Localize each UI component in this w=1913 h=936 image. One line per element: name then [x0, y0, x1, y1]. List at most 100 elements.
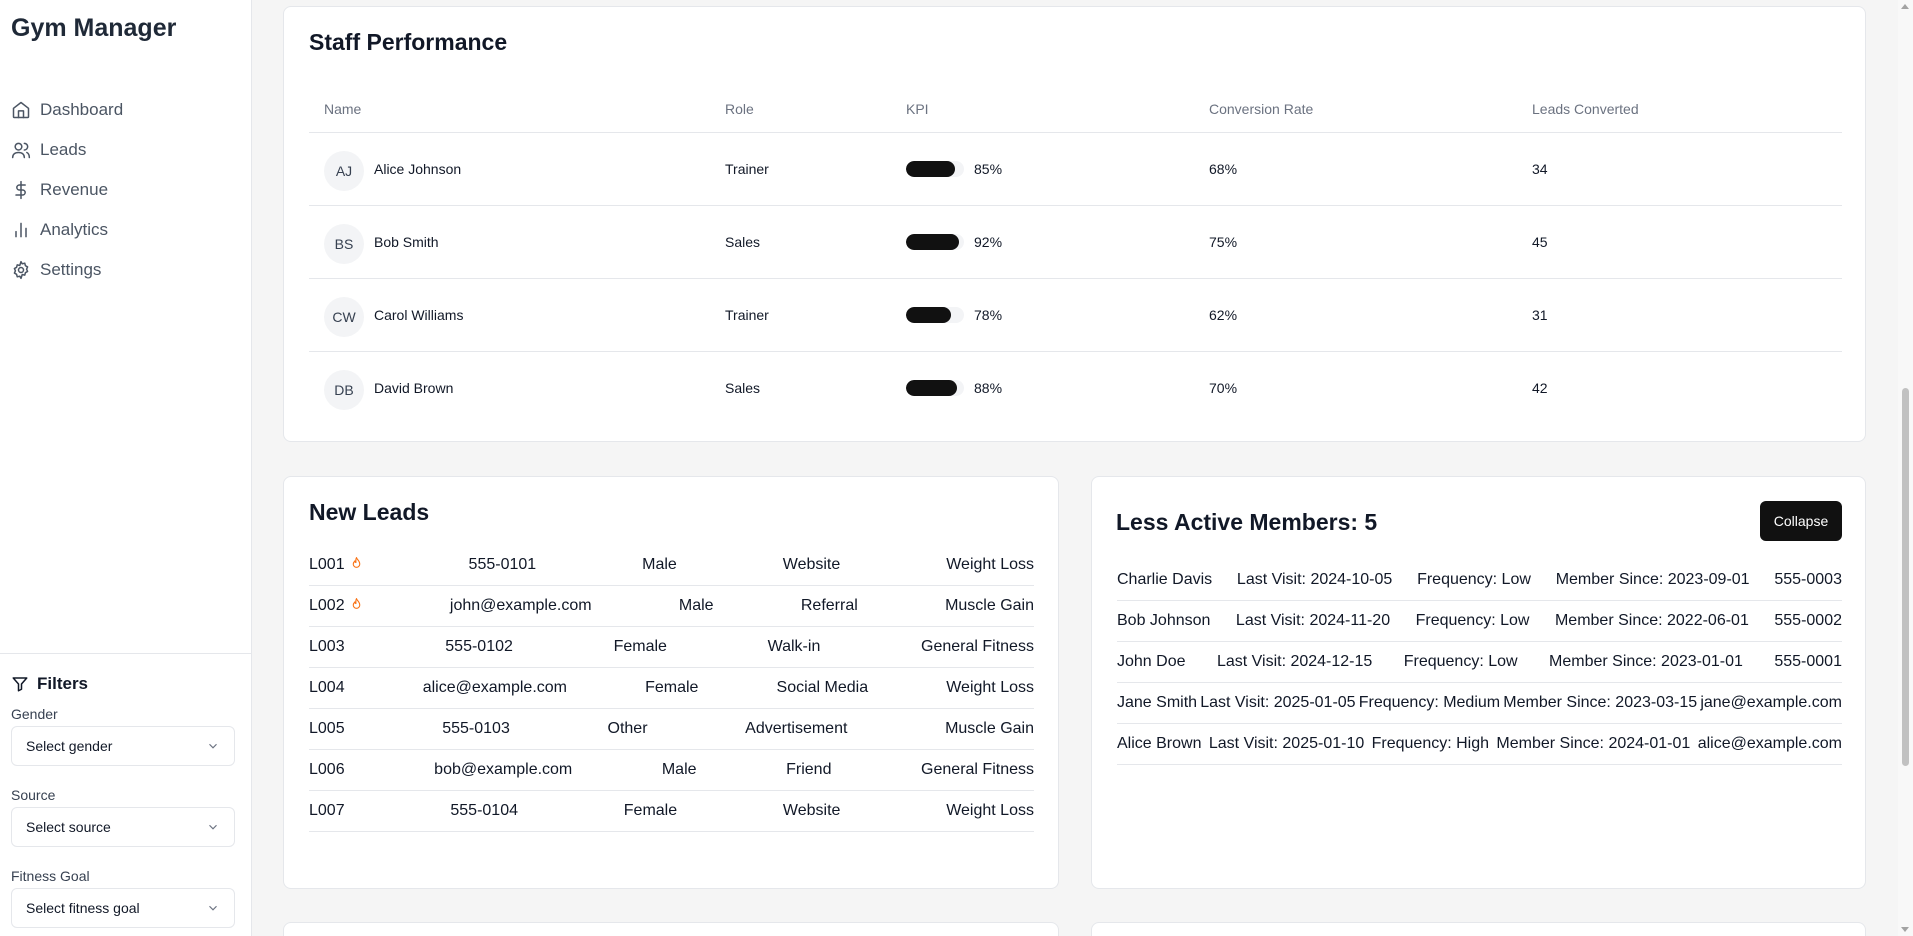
- source-label: Source: [11, 787, 56, 803]
- list-item[interactable]: Alice Brown Last Visit: 2025-01-10 Frequen…: [1117, 724, 1842, 765]
- list-item[interactable]: Jane Smith Last Visit: 2025-01-05 Frequenc…: [1117, 683, 1842, 724]
- kpi-progress-bar: [906, 234, 964, 250]
- bar-chart-icon: [15, 222, 27, 238]
- sidebar-item-label: Analytics: [40, 220, 109, 239]
- list-item[interactable]: L005 555-0103 Other Advertisement Muscle Gai…: [309, 709, 1034, 750]
- lead-source: Friend: [786, 761, 832, 778]
- leads-converted: 31: [1532, 307, 1548, 323]
- list-item[interactable]: L001 555-0101 Male Website Weight Loss: [309, 545, 1034, 586]
- users-icon: [11, 142, 31, 159]
- staff-role: Trainer: [725, 307, 769, 323]
- list-item[interactable]: Charlie Davis Last Visit: 2024-10-05 Frequ…: [1117, 560, 1842, 601]
- list-item[interactable]: L004 alice@example.com Female Social Media W…: [309, 668, 1034, 709]
- lead-id: L004: [309, 679, 345, 696]
- lead-gender: Male: [642, 556, 677, 573]
- scroll-thumb[interactable]: [1902, 388, 1909, 766]
- app-title: Gym Manager: [11, 14, 177, 42]
- member-frequency: Frequency: Low: [1417, 571, 1531, 588]
- member-name: Alice Brown: [1117, 735, 1202, 752]
- conversion-rate: 68%: [1209, 161, 1238, 177]
- lead-id: L005: [309, 720, 345, 737]
- lead-id-cell: L001: [309, 556, 363, 574]
- page-scrollbar[interactable]: [1898, 0, 1913, 936]
- lead-id-cell: L002: [309, 597, 363, 615]
- lead-goal: Muscle Gain: [945, 720, 1034, 737]
- sidebar-item-dashboard[interactable]: Dashboard: [11, 90, 241, 130]
- list-item[interactable]: L006 bob@example.com Male Friend General Fit…: [309, 750, 1034, 791]
- conversion-rate: 62%: [1209, 307, 1238, 323]
- kpi-progress-fill: [906, 161, 956, 177]
- list-item[interactable]: John Doe Last Visit: 2024-12-15 Frequency:…: [1117, 642, 1842, 683]
- lead-id-cell: L005: [309, 720, 345, 738]
- lead-id: L003: [309, 638, 345, 655]
- member-last-visit: Last Visit: 2024-12-15: [1216, 653, 1373, 670]
- member-contact: 555-0003: [1774, 571, 1842, 588]
- member-since: Member Since: 2022-06-01: [1554, 612, 1749, 629]
- source-select[interactable]: Select source: [11, 807, 235, 847]
- kpi-progress-bar: [906, 307, 964, 323]
- lead-contact: john@example.com: [449, 597, 592, 614]
- gender-select[interactable]: Select gender: [11, 726, 235, 766]
- column-header-role: Role: [725, 101, 754, 117]
- leads-converted: 42: [1532, 380, 1548, 396]
- staff-name: Carol Williams: [374, 307, 464, 323]
- list-item[interactable]: L002 john@example.com Male Referral Muscle G…: [309, 586, 1034, 627]
- scroll-up-arrow[interactable]: [1901, 4, 1909, 9]
- kpi-cell: 92%: [906, 234, 1002, 250]
- avatar: BS: [324, 224, 364, 264]
- column-header-conversion-rate: Conversion Rate: [1209, 101, 1314, 117]
- flame-icon: [350, 556, 363, 570]
- fitness-goal-label: Fitness Goal: [11, 868, 90, 884]
- next-card-left: [283, 922, 1059, 936]
- lead-id: L002: [309, 597, 345, 614]
- fitness-goal-select[interactable]: Select fitness goal: [11, 888, 235, 928]
- filters-panel: Filters Gender Select gender Source Sele…: [0, 653, 252, 936]
- kpi-value: 78%: [974, 307, 1003, 323]
- sidebar-nav: Dashboard Leads Revenue Analytics Settin…: [11, 90, 241, 290]
- member-since: Member Since: 2023-09-01: [1555, 571, 1750, 588]
- scroll-down-arrow[interactable]: [1901, 927, 1909, 932]
- lead-goal: General Fitness: [921, 761, 1034, 778]
- member-last-visit: Last Visit: 2025-01-10: [1208, 735, 1365, 752]
- staff-role: Sales: [725, 234, 761, 250]
- kpi-progress-fill: [906, 234, 960, 250]
- flame-icon: [350, 597, 363, 611]
- sidebar-item-leads[interactable]: Leads: [11, 130, 241, 170]
- member-contact: 555-0001: [1774, 653, 1842, 670]
- member-name: Bob Johnson: [1117, 612, 1211, 629]
- sidebar-item-revenue[interactable]: Revenue: [11, 170, 241, 210]
- sidebar-item-analytics[interactable]: Analytics: [11, 210, 241, 250]
- column-header-leads-converted: Leads Converted: [1532, 101, 1639, 117]
- staff-name: Bob Smith: [374, 234, 439, 250]
- member-last-visit: Last Visit: 2025-01-05: [1200, 694, 1356, 711]
- leads-converted: 34: [1532, 161, 1548, 177]
- column-header-name: Name: [324, 101, 362, 117]
- lead-id-cell: L006: [309, 761, 345, 779]
- staff-table-header: Name Role KPI Conversion Rate Leads Conv…: [309, 83, 1842, 133]
- kpi-progress-fill: [906, 307, 952, 323]
- sidebar-item-settings[interactable]: Settings: [11, 250, 241, 290]
- lead-contact: 555-0103: [442, 720, 510, 737]
- member-last-visit: Last Visit: 2024-11-20: [1235, 612, 1391, 629]
- list-item[interactable]: L007 555-0104 Female Website Weight Loss: [309, 791, 1034, 832]
- member-contact: 555-0002: [1774, 612, 1842, 629]
- staff-role: Sales: [725, 380, 761, 396]
- source-select-value: Select source: [26, 819, 111, 835]
- member-since: Member Since: 2023-03-15: [1503, 694, 1698, 711]
- gear-icon: [13, 260, 29, 280]
- less-active-members-list: Charlie Davis Last Visit: 2024-10-05 Frequ…: [1117, 560, 1842, 765]
- staff-name: Alice Johnson: [374, 161, 462, 177]
- list-item[interactable]: Bob Johnson Last Visit: 2024-11-20 Frequen…: [1117, 601, 1842, 642]
- conversion-rate: 75%: [1209, 234, 1238, 250]
- member-since: Member Since: 2023-01-01: [1549, 653, 1743, 670]
- kpi-value: 88%: [974, 380, 1003, 396]
- list-item[interactable]: L003 555-0102 Female Walk-in General Fitness: [309, 627, 1034, 668]
- member-frequency: Frequency: High: [1371, 735, 1490, 752]
- filters-title: Filters: [11, 674, 88, 694]
- staff-table: Name Role KPI Conversion Rate Leads Conv…: [309, 83, 1842, 425]
- collapse-button[interactable]: Collapse: [1760, 501, 1842, 541]
- dollar-icon: [15, 180, 26, 200]
- lead-source: Advertisement: [745, 720, 848, 737]
- chevron-down-icon: [209, 905, 217, 911]
- table-row: DB David Brown Sales 88% 70% 42: [309, 352, 1842, 425]
